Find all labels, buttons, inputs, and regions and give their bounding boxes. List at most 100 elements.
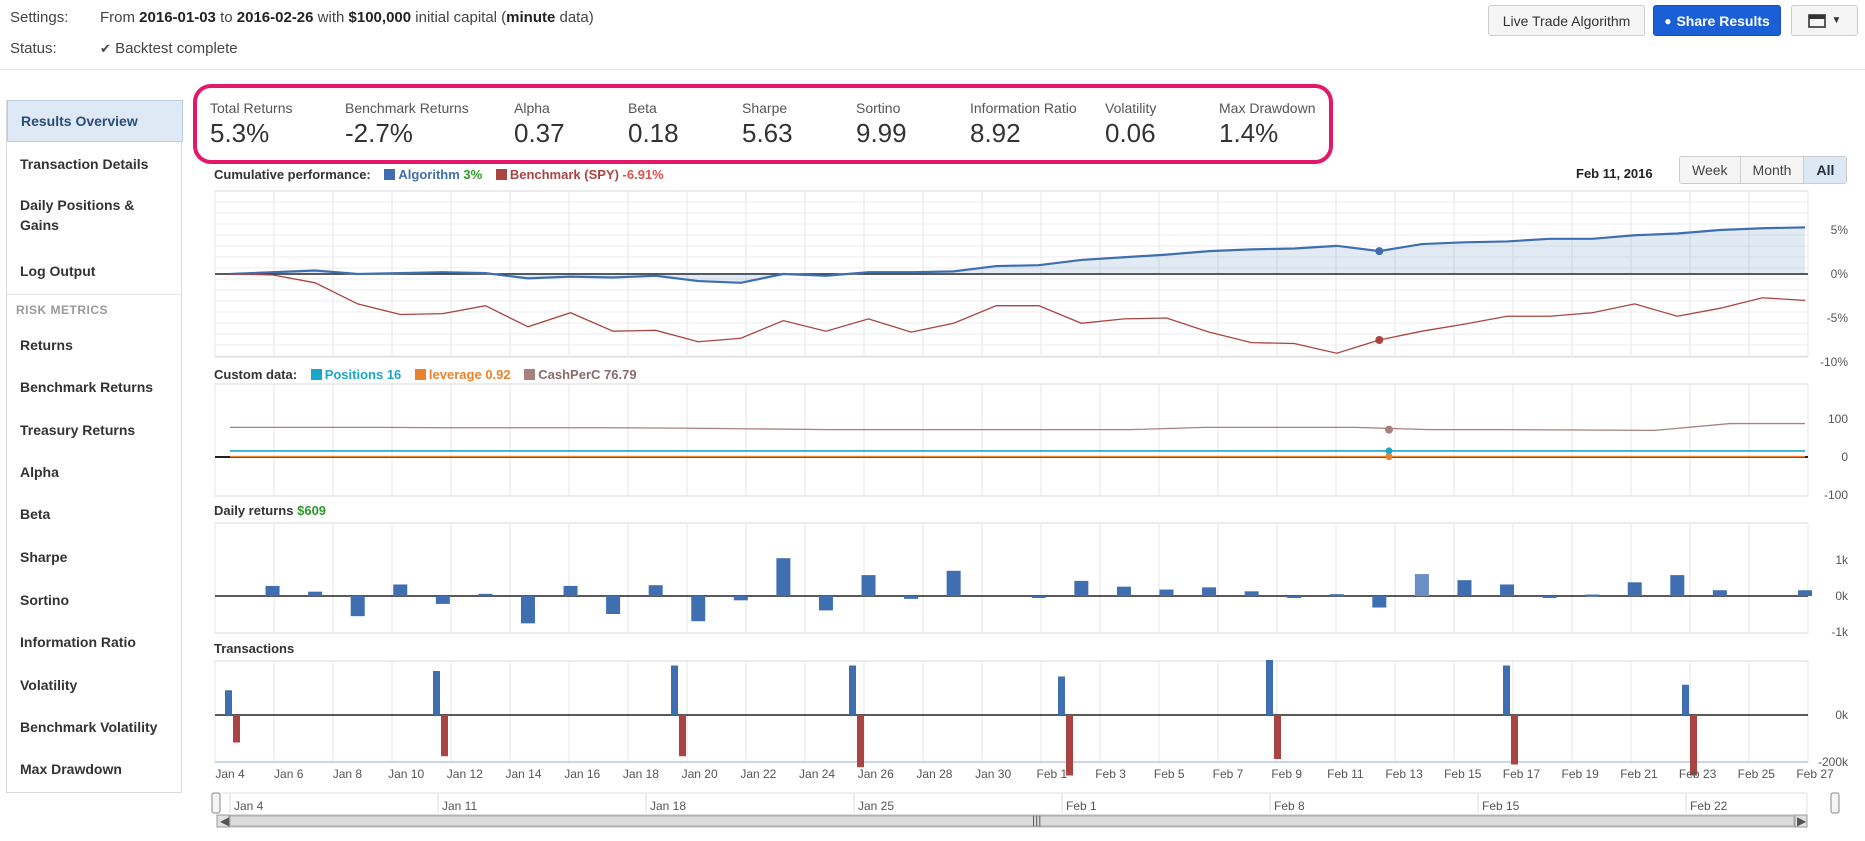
navigator-tick-label: Feb 22 [1690, 799, 1728, 813]
x-tick-label: Jan 24 [799, 767, 835, 781]
daily-return-bar [861, 575, 876, 596]
transaction-buy-bar [1266, 660, 1273, 715]
daily-return-bar [1329, 594, 1344, 597]
y-tick-label: 1k [1835, 553, 1849, 567]
navigator-tick-label: Jan 25 [858, 799, 894, 813]
transaction-buy-bar [433, 671, 440, 715]
daily-return-bar [1457, 580, 1472, 596]
x-tick-label: Jan 10 [388, 767, 424, 781]
daily-return-bar [478, 593, 493, 596]
x-tick-label: Feb 3 [1095, 767, 1126, 781]
navigator-tick-label: Jan 4 [234, 799, 264, 813]
x-tick-label: Jan 16 [564, 767, 600, 781]
daily-return-bar [733, 596, 748, 601]
daily-return-bar [1031, 596, 1046, 598]
navigator-tick-label: Feb 1 [1066, 799, 1097, 813]
navigator-handle-right[interactable] [1830, 792, 1840, 814]
daily-return-bar [1627, 582, 1642, 596]
daily-return-bar [1372, 596, 1387, 608]
daily-return-bar [904, 596, 919, 599]
daily-return-bar [606, 596, 621, 614]
x-tick-label: Feb 23 [1679, 767, 1717, 781]
x-tick-label: Jan 20 [682, 767, 718, 781]
daily-return-bar [818, 596, 833, 611]
scroll-thumb[interactable] [229, 815, 1795, 827]
y-tick-label: 0k [1835, 589, 1849, 603]
benchmark-hover-point [1375, 336, 1384, 344]
daily-return-bar [1287, 596, 1302, 598]
transaction-buy-bar [671, 665, 678, 715]
transaction-buy-bar [1058, 676, 1065, 715]
y-tick-label: 100 [1828, 412, 1848, 426]
daily-return-bar [520, 596, 535, 624]
transaction-sell-bar [679, 715, 686, 757]
y-tick-label: -5% [1827, 311, 1849, 325]
x-tick-label: Feb 11 [1327, 767, 1364, 781]
y-tick-label: 0k [1835, 708, 1849, 722]
daily-return-bar [1670, 575, 1685, 596]
y-tick-label: -100 [1824, 488, 1848, 502]
navigator-tick-label: Jan 11 [442, 799, 477, 813]
daily-return-bar [308, 591, 323, 596]
x-tick-label: Jan 28 [916, 767, 952, 781]
transaction-buy-bar [1682, 684, 1689, 715]
x-tick-label: Jan 4 [215, 767, 245, 781]
daily-return-bar [648, 585, 663, 596]
x-tick-label: Feb 1 [1037, 767, 1068, 781]
daily-return-bar [393, 584, 408, 596]
daily-returns-frame [214, 522, 1809, 634]
x-tick-label: Feb 7 [1213, 767, 1244, 781]
custom-chart-frame [214, 383, 1809, 497]
y-tick-label: 5% [1831, 223, 1849, 237]
x-tick-label: Feb 25 [1738, 767, 1776, 781]
x-tick-label: Feb 19 [1562, 767, 1600, 781]
daily-return-bar [350, 596, 365, 617]
transaction-buy-bar [849, 665, 856, 715]
daily-return-bar [1116, 586, 1131, 596]
transaction-sell-bar [1274, 715, 1281, 759]
daily-return-bar [265, 585, 280, 596]
x-tick-label: Feb 21 [1620, 767, 1658, 781]
daily-return-bar [563, 585, 578, 596]
scroll-grip-icon: ||| [1032, 813, 1041, 827]
transaction-sell-bar [441, 715, 448, 757]
x-tick-label: Feb 27 [1796, 767, 1834, 781]
cashperc-hover-point [1385, 425, 1393, 434]
daily-return-bar [1244, 591, 1259, 596]
navigator-handle-left[interactable] [211, 792, 221, 814]
arrow-right-icon: ▶ [1797, 814, 1807, 828]
x-tick-label: Feb 9 [1271, 767, 1302, 781]
daily-return-bar [1159, 589, 1174, 596]
navigator-tick-label: Feb 8 [1274, 799, 1305, 813]
y-tick-label: -1k [1831, 625, 1849, 639]
daily-return-bar [691, 596, 706, 622]
x-tick-label: Feb 5 [1154, 767, 1185, 781]
arrow-left-icon: ◀ [220, 814, 230, 828]
transaction-sell-bar [857, 715, 864, 768]
x-tick-label: Jan 12 [447, 767, 483, 781]
charts-canvas[interactable]: 5%0%-5%-10%1000-1001k0k-1k0k-200kJan 4 Ja… [0, 0, 1865, 841]
transaction-sell-bar [233, 715, 240, 743]
daily-return-bar [1414, 574, 1429, 596]
x-tick-label: Feb 17 [1503, 767, 1541, 781]
daily-return-bar [1585, 594, 1600, 597]
daily-return-bar [1500, 584, 1515, 596]
leverage-hover-point [1385, 453, 1393, 461]
daily-return-bar [1074, 580, 1089, 596]
daily-return-bar [1798, 590, 1812, 596]
x-tick-label: Jan 18 [623, 767, 659, 781]
x-tick-label: Jan 26 [858, 767, 894, 781]
daily-return-bar [946, 570, 961, 596]
transaction-sell-bar [1511, 715, 1518, 765]
x-tick-label: Jan 22 [740, 767, 776, 781]
y-tick-label: 0% [1831, 267, 1849, 281]
y-tick-label: 0 [1841, 450, 1848, 464]
daily-return-bar [776, 558, 791, 596]
transactions-frame [214, 660, 1809, 763]
daily-return-bar [1542, 596, 1557, 598]
transaction-buy-bar [1503, 665, 1510, 715]
daily-return-bar [1202, 587, 1217, 596]
navigator-tick-label: Feb 15 [1482, 799, 1520, 813]
transaction-buy-bar [225, 690, 232, 715]
algorithm-hover-point [1375, 247, 1384, 256]
